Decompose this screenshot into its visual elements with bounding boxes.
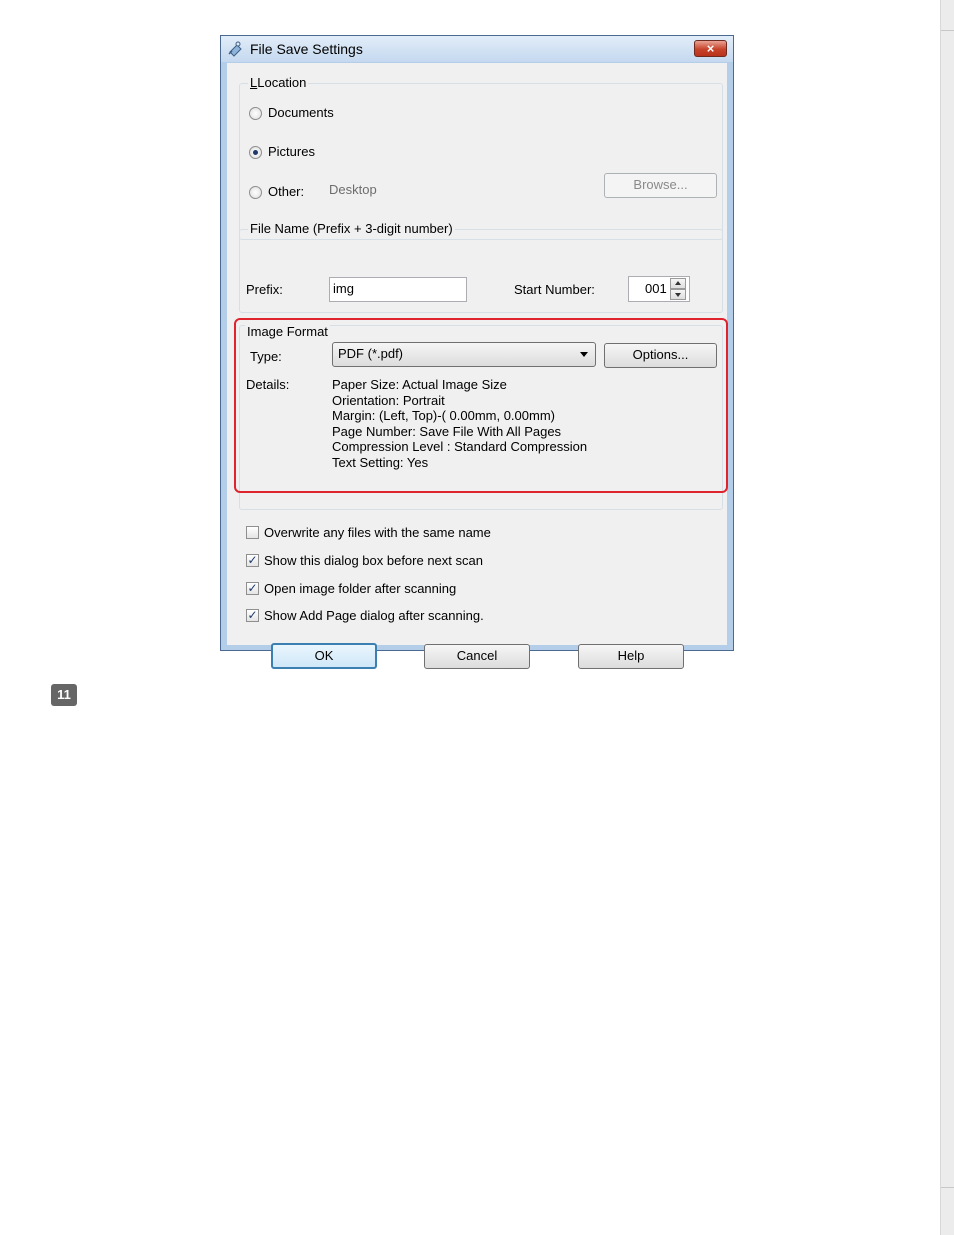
prefix-input[interactable]: img [329,277,467,302]
type-select-value: PDF (*.pdf) [338,346,404,361]
open-folder-checkbox-label[interactable]: Open image folder after scanning [264,581,456,596]
overwrite-checkbox-label[interactable]: Overwrite any files with the same name [264,525,491,540]
details-line: Page Number: Save File With All Pages [332,423,562,439]
scrollbar-mark [941,30,954,31]
add-page-checkbox-label[interactable]: Show Add Page dialog after scanning. [264,608,484,623]
radio-pictures-label[interactable]: Pictures [268,144,315,159]
details-label: Details: [246,377,290,392]
browse-button[interactable]: Browse... [604,173,717,198]
radio-other-label[interactable]: Other: [268,184,304,199]
ok-button-label: OK [314,648,334,663]
details-list: Paper Size: Actual Image Size Orientatio… [332,377,587,471]
close-icon: × [706,41,715,56]
prefix-label: Prefix: [246,282,283,297]
scanner-icon [228,41,242,57]
options-button-label: Options... [632,347,689,362]
close-button[interactable]: × [694,40,727,57]
details-line: Compression Level : Standard Compression [332,439,588,455]
dialog-title: File Save Settings [250,41,363,57]
dialog-titlebar[interactable]: File Save Settings × [221,36,733,62]
details-line: Orientation: Portrait [332,392,445,408]
image-format-title: Image Format [245,324,330,339]
start-number-label: Start Number: [514,282,595,297]
location-title-text: Location [257,75,307,90]
help-button[interactable]: Help [578,644,684,669]
spin-up-icon[interactable] [670,278,686,289]
details-line: Margin: (Left, Top)-( 0.00mm, 0.00mm) [332,408,555,424]
step-number-badge: 11 [51,684,77,706]
other-path-value: Desktop [329,182,377,197]
dialog-client-area: LLocation Documents Pictures Other: Desk… [227,63,728,669]
cancel-button-label: Cancel [456,648,498,663]
type-label: Type: [250,349,282,364]
radio-pictures[interactable] [249,146,262,159]
start-number-value: 001 [645,281,667,296]
file-save-settings-dialog: File Save Settings × LLocation Documents… [220,35,734,669]
chevron-down-icon [580,352,588,357]
radio-documents[interactable] [249,107,262,120]
overwrite-checkbox[interactable] [246,526,259,539]
file-name-group-title: File Name (Prefix + 3-digit number) [248,221,455,236]
ok-button[interactable]: OK [271,643,377,669]
options-button[interactable]: Options... [604,343,717,368]
details-line: Text Setting: Yes [332,454,429,470]
show-dialog-checkbox-label[interactable]: Show this dialog box before next scan [264,553,483,568]
image-format-highlight: Image Format Type: PDF (*.pdf) Options..… [234,318,728,493]
show-dialog-checkbox[interactable]: ✓ [246,554,259,567]
cancel-button[interactable]: Cancel [424,644,530,669]
page-scrollbar[interactable] [940,0,954,1235]
radio-documents-label[interactable]: Documents [268,105,334,120]
prefix-value: img [333,281,354,296]
browse-button-label: Browse... [633,177,688,192]
help-button-label: Help [617,648,645,663]
details-line: Paper Size: Actual Image Size [332,377,507,392]
open-folder-checkbox[interactable]: ✓ [246,582,259,595]
scrollbar-mark [941,1187,954,1188]
add-page-checkbox[interactable]: ✓ [246,609,259,622]
radio-other[interactable] [249,186,262,199]
location-group-title: LLocation [248,75,309,90]
spin-down-icon[interactable] [670,289,686,300]
type-select[interactable]: PDF (*.pdf) [332,342,596,367]
